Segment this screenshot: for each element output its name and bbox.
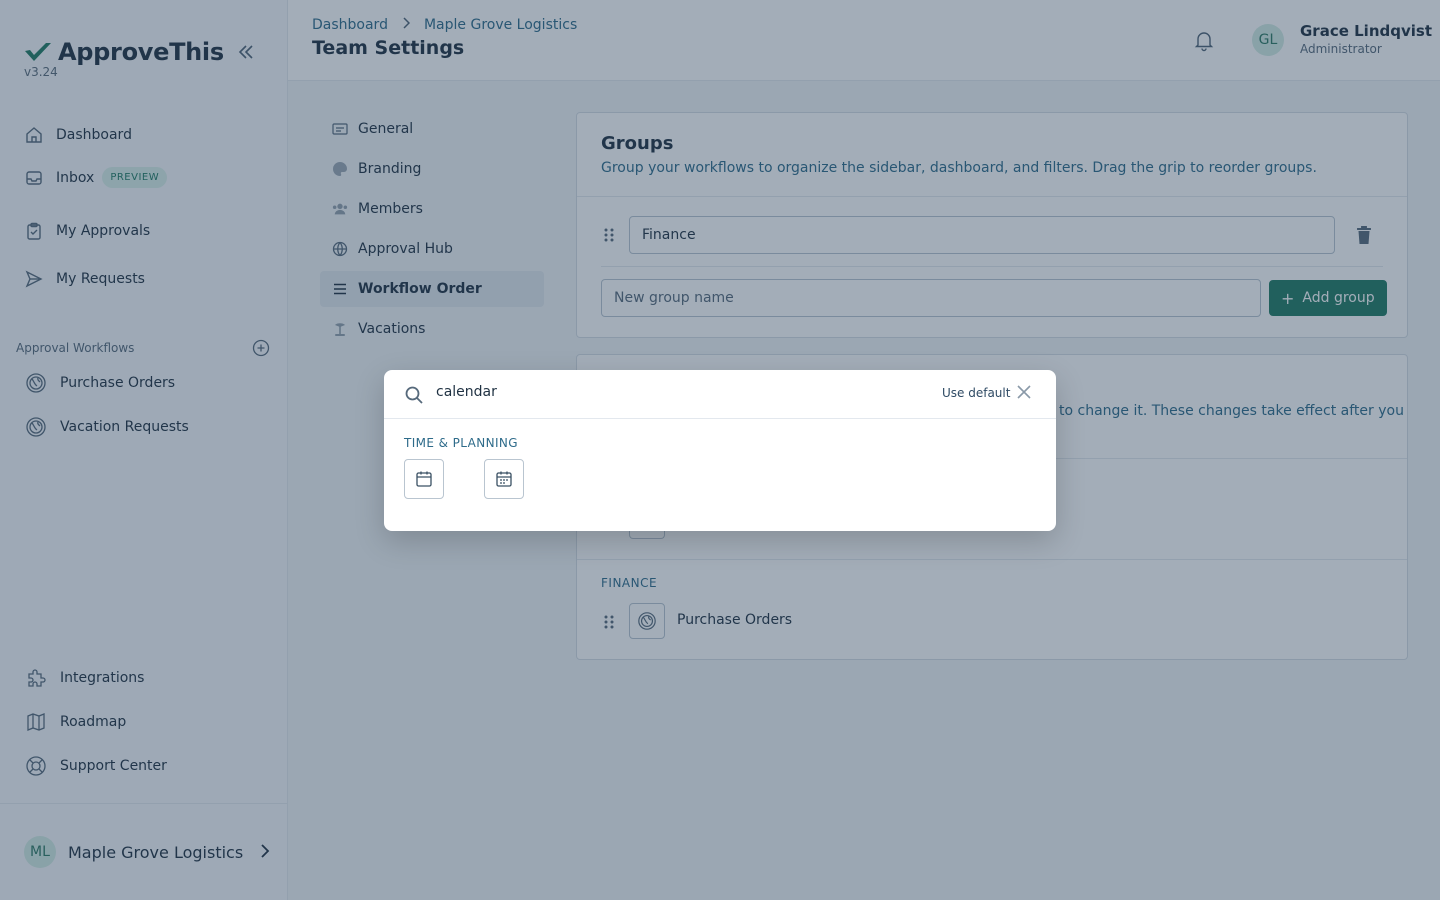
modal-divider <box>384 418 1056 419</box>
calendar-event-icon <box>496 471 512 487</box>
icon-search-input[interactable]: calendar <box>436 384 497 400</box>
icon-category-label: TIME & PLANNING <box>404 436 518 450</box>
app-root: ApproveThis v3.24 Dashboard Inbox PREVIE… <box>0 0 1440 900</box>
icon-option-calendar[interactable] <box>404 459 444 499</box>
use-default-button[interactable]: Use default <box>942 386 1010 400</box>
close-modal-button[interactable] <box>1016 384 1032 400</box>
calendar-icon <box>416 471 432 487</box>
icon-picker-modal: calendar Use default TIME & PLANNING <box>384 370 1056 531</box>
close-icon <box>1017 385 1031 399</box>
search-icon <box>404 385 424 405</box>
icon-option-calendar-event[interactable] <box>484 459 524 499</box>
